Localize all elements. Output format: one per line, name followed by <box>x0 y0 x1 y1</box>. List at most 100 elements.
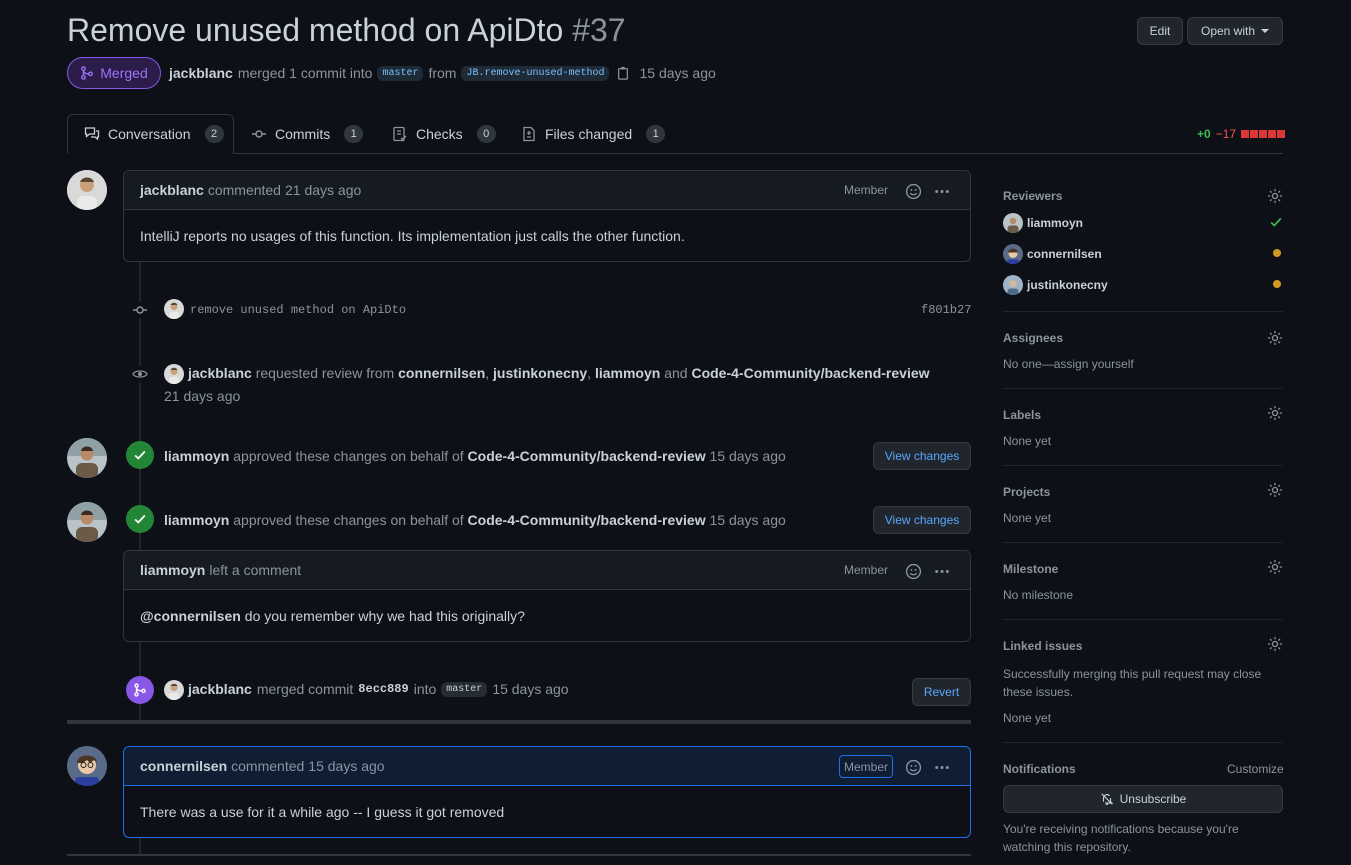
smiley-icon[interactable] <box>905 183 922 200</box>
eye-icon <box>132 366 148 382</box>
mention-link[interactable]: @connernilsen <box>140 608 241 624</box>
reviewer-link[interactable]: justinkonecny <box>493 365 587 381</box>
team-link[interactable]: Code-4-Community/backend-review <box>468 448 706 464</box>
gear-icon[interactable] <box>1267 330 1283 346</box>
reviewer-link[interactable]: liammoyn <box>595 365 660 381</box>
author-link[interactable]: jackblanc <box>169 65 233 81</box>
milestone-title[interactable]: Milestone <box>1003 562 1058 576</box>
kebab-horizontal-icon[interactable] <box>933 183 951 200</box>
file-diff-icon <box>523 126 535 142</box>
reviewer-name: liammoyn <box>1027 216 1084 230</box>
commit-icon <box>132 302 148 318</box>
copy-icon[interactable] <box>616 66 630 80</box>
avatar[interactable] <box>67 170 107 210</box>
merge-commit-sha[interactable]: 8ecc889 <box>358 682 408 696</box>
person-avatar-icon <box>164 364 184 384</box>
approval-event: liammoyn approved these changes on behal… <box>164 448 786 464</box>
view-changes-button[interactable]: View changes <box>873 506 971 534</box>
smiley-icon[interactable] <box>905 563 922 580</box>
event-time[interactable]: 21 days ago <box>164 388 240 404</box>
gear-icon[interactable] <box>1267 188 1283 204</box>
event-author[interactable]: liammoyn <box>164 512 229 528</box>
view-changes-button[interactable]: View changes <box>873 442 971 470</box>
comment-action: left a comment <box>209 562 302 578</box>
bell-slash-icon <box>1100 793 1113 805</box>
reviewers-title[interactable]: Reviewers <box>1003 189 1062 203</box>
notifications-description: You're receiving notifications because y… <box>1003 822 1239 854</box>
sidebar-divider <box>1003 742 1283 743</box>
tab-conversation[interactable]: Conversation 2 <box>84 114 224 154</box>
event-author[interactable]: liammoyn <box>164 448 229 464</box>
event-author[interactable]: jackblanc <box>188 365 252 381</box>
comment-author[interactable]: jackblanc <box>140 182 204 198</box>
team-link[interactable]: Code-4-Community/backend-review <box>468 512 706 528</box>
tab-files-changed[interactable]: Files changed 1 <box>521 114 666 154</box>
sidebar-divider <box>1003 619 1283 620</box>
assignees-title[interactable]: Assignees <box>1003 331 1063 345</box>
reviewer-item[interactable]: liammoyn <box>1003 213 1083 233</box>
merge-icon <box>134 683 146 697</box>
labels-title[interactable]: Labels <box>1003 408 1041 422</box>
avatar[interactable] <box>164 364 184 384</box>
edit-button[interactable]: Edit <box>1137 17 1183 45</box>
team-link[interactable]: Code-4-Community/backend-review <box>691 365 929 381</box>
member-label: Member <box>844 183 889 197</box>
event-time[interactable]: 15 days ago <box>710 448 786 464</box>
kebab-horizontal-icon[interactable] <box>933 759 951 776</box>
avatar[interactable] <box>164 299 184 319</box>
review-request-event: jackblanc requested review from connerni… <box>188 365 930 381</box>
kebab-horizontal-icon[interactable] <box>933 563 951 580</box>
gear-icon[interactable] <box>1267 405 1283 421</box>
avatar[interactable] <box>67 746 107 786</box>
comment-time[interactable]: 15 days ago <box>308 758 384 774</box>
reviewer-link[interactable]: connernilsen <box>398 365 485 381</box>
comment-time[interactable]: 21 days ago <box>285 182 361 198</box>
event-text: approved these changes on behalf of <box>233 512 464 528</box>
avatar[interactable] <box>67 438 107 478</box>
pr-title: Remove unused method on ApiDto <box>67 12 564 48</box>
pr-number: #37 <box>572 12 626 48</box>
member-label: Member <box>839 755 894 778</box>
comment-author[interactable]: liammoyn <box>140 562 205 578</box>
reviewer-item[interactable]: justinkonecny <box>1003 275 1108 295</box>
edit-label: Edit <box>1149 24 1171 38</box>
merge-time: 15 days ago <box>639 65 716 81</box>
commit-message[interactable]: remove unused method on ApiDto <box>190 303 406 317</box>
event-time[interactable]: 15 days ago <box>710 512 786 528</box>
branch-chip[interactable]: master <box>441 681 488 697</box>
avatar[interactable] <box>67 502 107 542</box>
event-author[interactable]: jackblanc <box>188 681 252 697</box>
reviewer-item[interactable]: connernilsen <box>1003 244 1102 264</box>
revert-label: Revert <box>923 685 960 699</box>
comment-author[interactable]: connernilsen <box>140 758 227 774</box>
gear-icon[interactable] <box>1267 482 1283 498</box>
member-label: Member <box>844 563 889 577</box>
check-icon <box>1270 217 1282 227</box>
gear-icon[interactable] <box>1267 559 1283 575</box>
tab-commits[interactable]: Commits 1 <box>251 114 364 154</box>
unsubscribe-button[interactable]: Unsubscribe <box>1003 785 1283 813</box>
base-branch[interactable]: master <box>377 65 424 81</box>
assign-yourself-link[interactable]: No one—assign yourself <box>1003 357 1134 371</box>
revert-button[interactable]: Revert <box>912 678 971 706</box>
comment-action: commented <box>231 758 305 774</box>
head-branch[interactable]: JB.remove-unused-method <box>461 65 610 81</box>
milestone-value: No milestone <box>1003 588 1074 602</box>
linked-issues-title[interactable]: Linked issues <box>1003 639 1082 653</box>
tab-counter: 2 <box>204 125 224 143</box>
commit-sha[interactable]: f801b27 <box>921 303 971 317</box>
open-with-button[interactable]: Open with <box>1187 17 1283 45</box>
tab-checks[interactable]: Checks 0 <box>392 114 496 154</box>
pending-review-dot <box>1273 249 1281 257</box>
avatar[interactable] <box>164 680 184 700</box>
customize-link[interactable]: Customize <box>1227 762 1284 776</box>
person-avatar-icon <box>1003 275 1023 295</box>
status-badge: Merged <box>67 57 161 89</box>
person-avatar-icon <box>67 438 107 478</box>
projects-title[interactable]: Projects <box>1003 485 1050 499</box>
smiley-icon[interactable] <box>905 759 922 776</box>
event-time[interactable]: 15 days ago <box>492 681 568 697</box>
gear-icon[interactable] <box>1267 636 1283 652</box>
sidebar-divider <box>1003 465 1283 466</box>
tab-label: Commits <box>275 126 331 142</box>
